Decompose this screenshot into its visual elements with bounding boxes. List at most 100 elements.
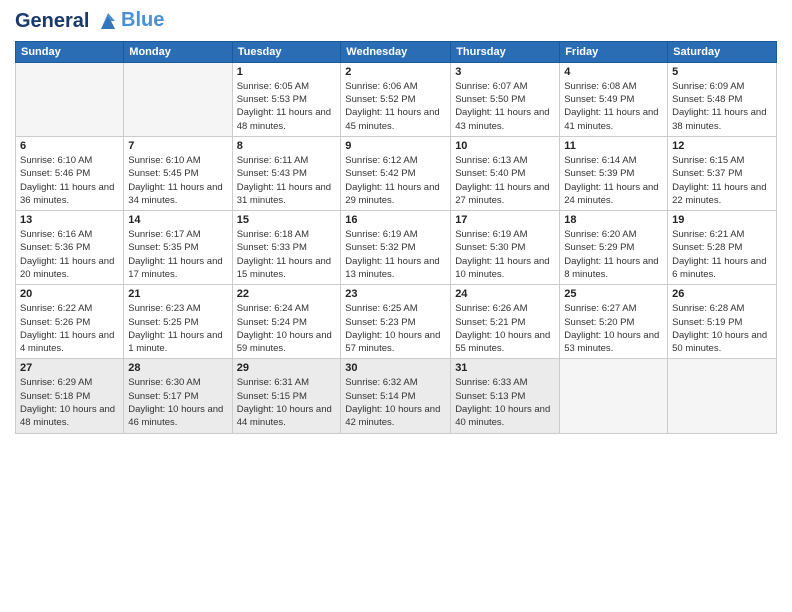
calendar-cell: 28 Sunrise: 6:30 AM Sunset: 5:17 PM Dayli… <box>124 359 232 433</box>
calendar-cell: 6Sunrise: 6:10 AM Sunset: 5:46 PM Daylig… <box>16 136 124 210</box>
calendar-cell: 8 Sunrise: 6:11 AM Sunset: 5:43 PM Daylig… <box>232 136 341 210</box>
day-info: Sunrise: 6:23 AM Sunset: 5:25 PM Dayligh… <box>128 302 227 355</box>
day-info: Sunrise: 6:20 AM Sunset: 5:29 PM Dayligh… <box>564 228 663 281</box>
calendar-cell: 21 Sunrise: 6:23 AM Sunset: 5:25 PM Dayli… <box>124 285 232 359</box>
day-number: 21 <box>128 288 227 300</box>
day-number: 15 <box>237 214 337 226</box>
day-info: Sunrise: 6:14 AM Sunset: 5:39 PM Dayligh… <box>564 154 663 207</box>
weekday-header-friday: Friday <box>560 41 668 62</box>
day-number: 1 <box>237 66 337 78</box>
header: General Blue <box>15 10 777 33</box>
day-number: 24 <box>455 288 555 300</box>
day-info: Sunrise: 6:29 AM Sunset: 5:18 PM Dayligh… <box>20 376 119 429</box>
day-info: Sunrise: 6:24 AM Sunset: 5:24 PM Dayligh… <box>237 302 337 355</box>
day-number: 19 <box>672 214 772 226</box>
day-number: 30 <box>345 362 446 374</box>
day-number: 22 <box>237 288 337 300</box>
day-info: Sunrise: 6:21 AM Sunset: 5:28 PM Dayligh… <box>672 228 772 281</box>
page: General Blue SundayMondayTuesdayWednesda… <box>0 0 792 444</box>
day-info: Sunrise: 6:30 AM Sunset: 5:17 PM Dayligh… <box>128 376 227 429</box>
day-info: Sunrise: 6:33 AM Sunset: 5:13 PM Dayligh… <box>455 376 555 429</box>
day-number: 6 <box>20 140 119 152</box>
calendar-cell: 18 Sunrise: 6:20 AM Sunset: 5:29 PM Dayli… <box>560 211 668 285</box>
calendar-cell: 30Sunrise: 6:32 AM Sunset: 5:14 PM Dayli… <box>341 359 451 433</box>
calendar-cell: 31Sunrise: 6:33 AM Sunset: 5:13 PM Dayli… <box>451 359 560 433</box>
day-info: Sunrise: 6:12 AM Sunset: 5:42 PM Dayligh… <box>345 154 446 207</box>
calendar-week-4: 20 Sunrise: 6:22 AM Sunset: 5:26 PM Dayli… <box>16 285 777 359</box>
day-info: Sunrise: 6:17 AM Sunset: 5:35 PM Dayligh… <box>128 228 227 281</box>
calendar-cell: 1 Sunrise: 6:05 AM Sunset: 5:53 PM Daylig… <box>232 62 341 136</box>
day-number: 5 <box>672 66 772 78</box>
day-number: 16 <box>345 214 446 226</box>
calendar-week-1: 1 Sunrise: 6:05 AM Sunset: 5:53 PM Daylig… <box>16 62 777 136</box>
calendar-cell: 24 Sunrise: 6:26 AM Sunset: 5:21 PM Dayli… <box>451 285 560 359</box>
logo-icon <box>97 11 119 33</box>
logo-general: General <box>15 10 89 32</box>
day-info: Sunrise: 6:27 AM Sunset: 5:20 PM Dayligh… <box>564 302 663 355</box>
calendar-cell <box>668 359 777 433</box>
calendar-cell: 19 Sunrise: 6:21 AM Sunset: 5:28 PM Dayli… <box>668 211 777 285</box>
day-info: Sunrise: 6:25 AM Sunset: 5:23 PM Dayligh… <box>345 302 446 355</box>
calendar-cell: 22 Sunrise: 6:24 AM Sunset: 5:24 PM Dayli… <box>232 285 341 359</box>
day-number: 27 <box>20 362 119 374</box>
calendar-cell: 20 Sunrise: 6:22 AM Sunset: 5:26 PM Dayli… <box>16 285 124 359</box>
weekday-header-sunday: Sunday <box>16 41 124 62</box>
weekday-header-thursday: Thursday <box>451 41 560 62</box>
day-number: 25 <box>564 288 663 300</box>
day-number: 4 <box>564 66 663 78</box>
day-info: Sunrise: 6:22 AM Sunset: 5:26 PM Dayligh… <box>20 302 119 355</box>
weekday-header-wednesday: Wednesday <box>341 41 451 62</box>
day-number: 7 <box>128 140 227 152</box>
day-number: 14 <box>128 214 227 226</box>
calendar-cell: 5 Sunrise: 6:09 AM Sunset: 5:48 PM Daylig… <box>668 62 777 136</box>
calendar-cell: 14 Sunrise: 6:17 AM Sunset: 5:35 PM Dayli… <box>124 211 232 285</box>
weekday-header-tuesday: Tuesday <box>232 41 341 62</box>
day-info: Sunrise: 6:06 AM Sunset: 5:52 PM Dayligh… <box>345 80 446 133</box>
day-number: 10 <box>455 140 555 152</box>
day-number: 13 <box>20 214 119 226</box>
day-number: 18 <box>564 214 663 226</box>
day-number: 17 <box>455 214 555 226</box>
day-number: 26 <box>672 288 772 300</box>
calendar-cell: 23 Sunrise: 6:25 AM Sunset: 5:23 PM Dayli… <box>341 285 451 359</box>
day-info: Sunrise: 6:05 AM Sunset: 5:53 PM Dayligh… <box>237 80 337 133</box>
day-info: Sunrise: 6:09 AM Sunset: 5:48 PM Dayligh… <box>672 80 772 133</box>
day-info: Sunrise: 6:15 AM Sunset: 5:37 PM Dayligh… <box>672 154 772 207</box>
day-info: Sunrise: 6:18 AM Sunset: 5:33 PM Dayligh… <box>237 228 337 281</box>
calendar-cell: 7 Sunrise: 6:10 AM Sunset: 5:45 PM Daylig… <box>124 136 232 210</box>
calendar-week-3: 13 Sunrise: 6:16 AM Sunset: 5:36 PM Dayli… <box>16 211 777 285</box>
calendar-week-5: 27 Sunrise: 6:29 AM Sunset: 5:18 PM Dayli… <box>16 359 777 433</box>
day-info: Sunrise: 6:07 AM Sunset: 5:50 PM Dayligh… <box>455 80 555 133</box>
calendar-cell <box>560 359 668 433</box>
day-info: Sunrise: 6:08 AM Sunset: 5:49 PM Dayligh… <box>564 80 663 133</box>
day-number: 11 <box>564 140 663 152</box>
calendar-cell: 11 Sunrise: 6:14 AM Sunset: 5:39 PM Dayli… <box>560 136 668 210</box>
day-info: Sunrise: 6:28 AM Sunset: 5:19 PM Dayligh… <box>672 302 772 355</box>
calendar-cell: 27 Sunrise: 6:29 AM Sunset: 5:18 PM Dayli… <box>16 359 124 433</box>
day-number: 8 <box>237 140 337 152</box>
calendar-cell: 29Sunrise: 6:31 AM Sunset: 5:15 PM Dayli… <box>232 359 341 433</box>
day-number: 20 <box>20 288 119 300</box>
calendar-cell: 2 Sunrise: 6:06 AM Sunset: 5:52 PM Daylig… <box>341 62 451 136</box>
weekday-header-monday: Monday <box>124 41 232 62</box>
day-number: 3 <box>455 66 555 78</box>
day-number: 23 <box>345 288 446 300</box>
day-info: Sunrise: 6:26 AM Sunset: 5:21 PM Dayligh… <box>455 302 555 355</box>
calendar-cell <box>124 62 232 136</box>
calendar-cell: 13 Sunrise: 6:16 AM Sunset: 5:36 PM Dayli… <box>16 211 124 285</box>
weekday-header-saturday: Saturday <box>668 41 777 62</box>
day-info: Sunrise: 6:19 AM Sunset: 5:30 PM Dayligh… <box>455 228 555 281</box>
calendar-cell: 25 Sunrise: 6:27 AM Sunset: 5:20 PM Dayli… <box>560 285 668 359</box>
calendar-table: SundayMondayTuesdayWednesdayThursdayFrid… <box>15 41 777 434</box>
calendar-cell <box>16 62 124 136</box>
day-info: Sunrise: 6:19 AM Sunset: 5:32 PM Dayligh… <box>345 228 446 281</box>
day-info: Sunrise: 6:13 AM Sunset: 5:40 PM Dayligh… <box>455 154 555 207</box>
day-info: Sunrise: 6:31 AM Sunset: 5:15 PM Dayligh… <box>237 376 337 429</box>
day-info: Sunrise: 6:16 AM Sunset: 5:36 PM Dayligh… <box>20 228 119 281</box>
day-number: 28 <box>128 362 227 374</box>
day-info: Sunrise: 6:11 AM Sunset: 5:43 PM Dayligh… <box>237 154 337 207</box>
logo-blue: Blue <box>121 9 164 31</box>
day-number: 2 <box>345 66 446 78</box>
day-info: Sunrise: 6:10 AM Sunset: 5:45 PM Dayligh… <box>128 154 227 207</box>
calendar-cell: 17 Sunrise: 6:19 AM Sunset: 5:30 PM Dayli… <box>451 211 560 285</box>
